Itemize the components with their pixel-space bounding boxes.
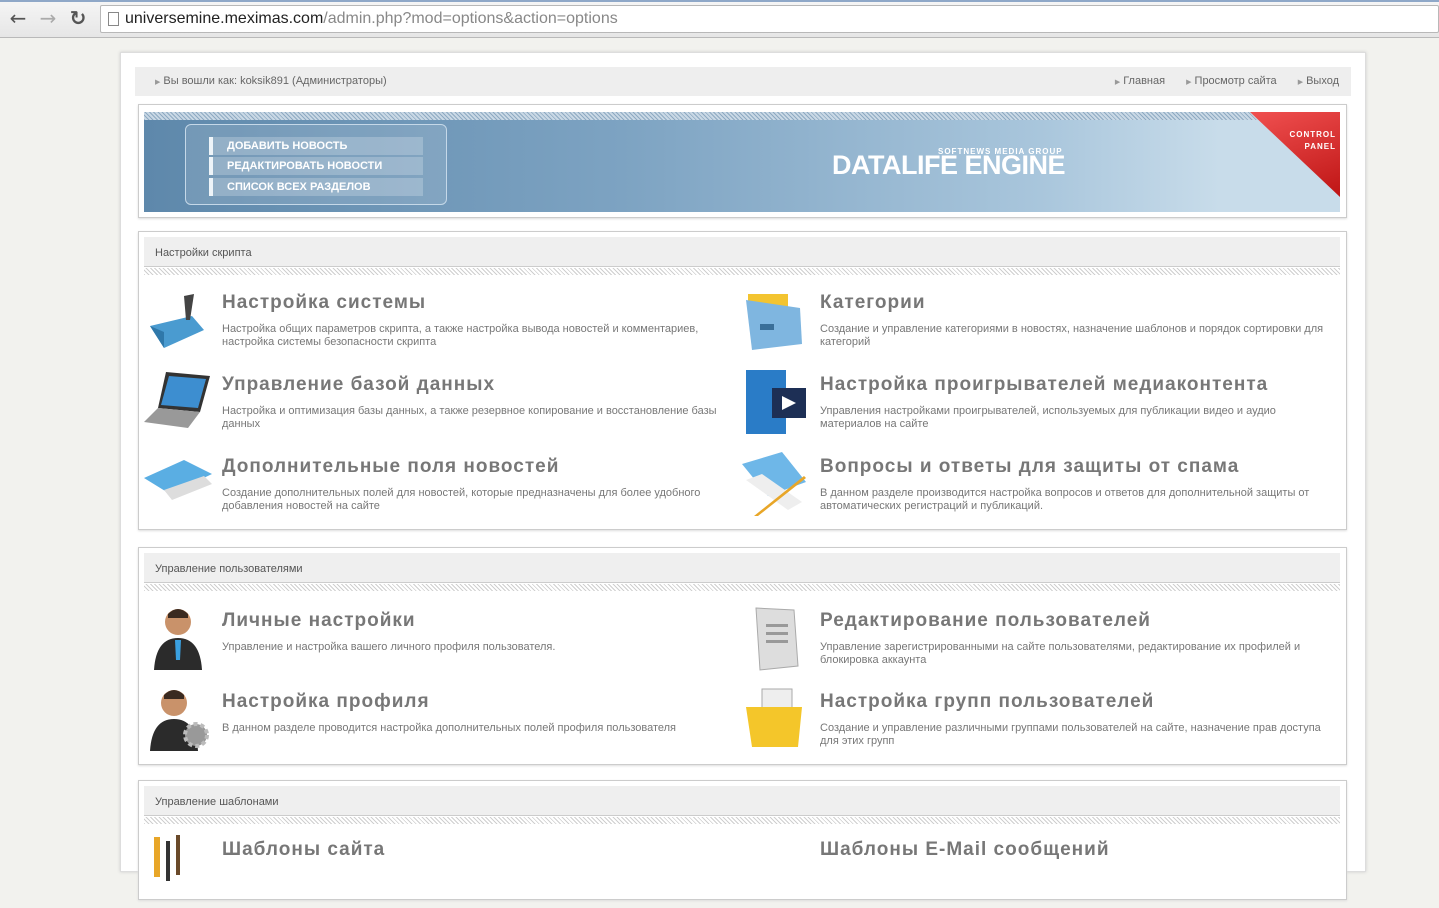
browser-toolbar: ← → ↻ universemine.meximas.com/admin.php…: [0, 0, 1439, 38]
item-personal-settings[interactable]: Личные настройки Управление и настройка в…: [144, 604, 739, 679]
section-title: Управление пользователями: [144, 553, 1340, 583]
item-database[interactable]: Управление базой данных Настройка и оптим…: [144, 368, 739, 443]
link-home[interactable]: ▶ Главная: [1115, 75, 1165, 87]
item-extra-fields[interactable]: Дополнительные поля новостей Создание доп…: [144, 450, 739, 525]
user-icon: [154, 609, 202, 670]
document-icon: [755, 607, 799, 671]
folder-docs-icon: [746, 688, 802, 747]
item-edit-users[interactable]: Редактирование пользователей Управление з…: [742, 604, 1337, 679]
add-news-link[interactable]: ДОБАВИТЬ НОВОСТЬ: [209, 137, 423, 155]
item-spam-questions[interactable]: Вопросы и ответы для защиты от спама В да…: [742, 450, 1337, 525]
media-folder-icon: [746, 370, 806, 434]
ruler-pad-icon: [144, 460, 212, 500]
edit-news-link[interactable]: РЕДАКТИРОВАТЬ НОВОСТИ: [209, 157, 423, 175]
section-title: Настройки скрипта: [144, 237, 1340, 267]
address-bar[interactable]: universemine.meximas.com/admin.php?mod=o…: [100, 5, 1439, 33]
item-user-groups[interactable]: Настройка групп пользователей Создание и …: [742, 685, 1337, 760]
item-media-players[interactable]: Настройка проигрывателей медиаконтента Уп…: [742, 368, 1337, 443]
folder-cabinet-icon: [746, 294, 802, 350]
control-panel-badge: CONTROL PANEL: [1250, 112, 1340, 197]
quick-menu: ДОБАВИТЬ НОВОСТЬ РЕДАКТИРОВАТЬ НОВОСТИ С…: [185, 124, 447, 205]
section-script-settings: Настройки скрипта Настройка системы Настр…: [138, 231, 1347, 530]
section-users: Управление пользователями Личные настрой…: [138, 547, 1347, 765]
brand-logo: DATALIFE ENGINE: [832, 150, 1066, 180]
url-path: /admin.php?mod=options&action=options: [323, 10, 618, 27]
all-sections-link[interactable]: СПИСОК ВСЕХ РАЗДЕЛОВ: [209, 178, 423, 196]
logged-in-text: Вы вошли как: koksik891 (Администраторы): [163, 75, 387, 87]
brushes-icon: [154, 835, 180, 881]
page-icon: [108, 12, 119, 26]
banner-box: ДОБАВИТЬ НОВОСТЬ РЕДАКТИРОВАТЬ НОВОСТИ С…: [138, 104, 1347, 218]
item-categories[interactable]: Категории Создание и управление категория…: [742, 286, 1337, 361]
tab-strip-edge: [0, 0, 1439, 2]
link-logout[interactable]: ▶ Выход: [1298, 75, 1339, 87]
item-profile-settings[interactable]: Настройка профиля В данном разделе провод…: [144, 685, 739, 760]
url-host: universemine.meximas.com: [125, 10, 324, 27]
toolbox-icon: [150, 294, 204, 348]
admin-page: ▶ Вы вошли как: koksik891 (Администраторы…: [120, 52, 1366, 900]
link-view-site[interactable]: ▶ Просмотр сайта: [1186, 75, 1276, 87]
forward-button[interactable]: →: [37, 7, 59, 29]
section-title: Управление шаблонами: [144, 786, 1340, 816]
reload-button[interactable]: ↻: [67, 7, 89, 29]
banner: ДОБАВИТЬ НОВОСТЬ РЕДАКТИРОВАТЬ НОВОСТИ С…: [144, 112, 1340, 212]
section-templates: Управление шаблонами Шаблоны сайта Шабло…: [138, 780, 1347, 900]
back-button[interactable]: ←: [7, 7, 29, 29]
laptop-icon: [144, 372, 210, 428]
notepad-pencil-icon: [742, 452, 806, 516]
item-system-settings[interactable]: Настройка системы Настройка общих парамет…: [144, 286, 739, 361]
item-site-templates[interactable]: Шаблоны сайта: [144, 833, 739, 908]
user-gear-icon: [150, 690, 209, 751]
item-email-templates[interactable]: Шаблоны E-Mail сообщений: [742, 833, 1337, 908]
info-bar: ▶ Вы вошли как: koksik891 (Администраторы…: [135, 67, 1351, 96]
